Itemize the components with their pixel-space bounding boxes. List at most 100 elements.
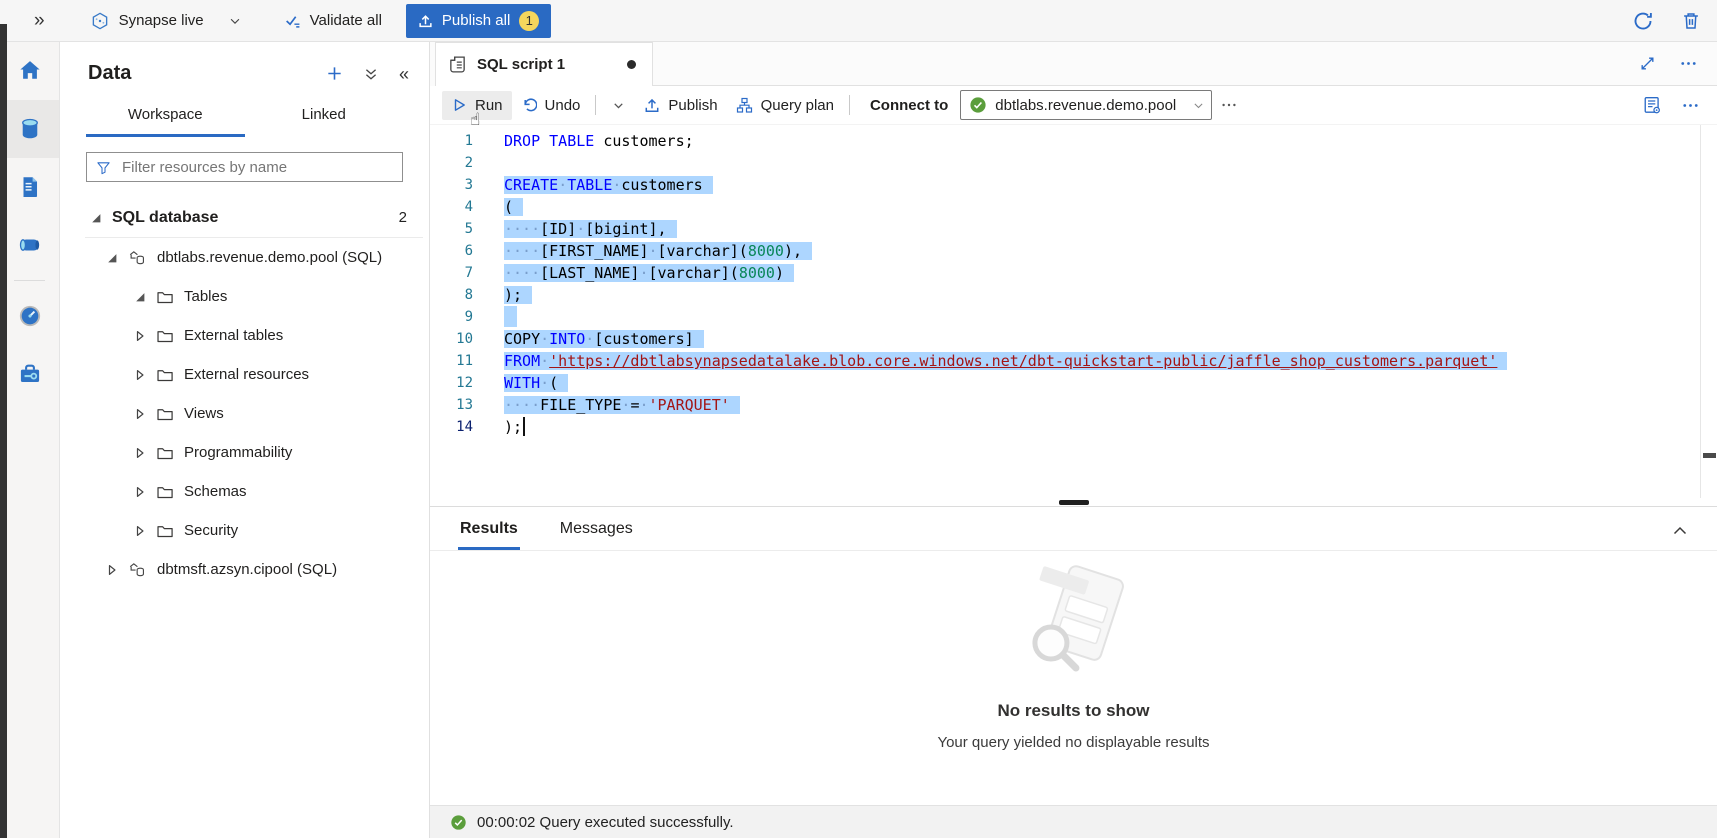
selection-highlight: CREATE·TABLE·customers: [504, 176, 713, 194]
trash-icon[interactable]: [1681, 11, 1701, 31]
line-number[interactable]: 5: [430, 218, 504, 240]
sql-code-editor[interactable]: 1DROP TABLE customers;23CREATE·TABLE·cus…: [430, 125, 1717, 498]
expanded-arrow-icon[interactable]: [134, 291, 146, 303]
tree-item[interactable]: Programmability: [60, 433, 429, 472]
line-number[interactable]: 1: [430, 130, 504, 152]
line-number[interactable]: 11: [430, 350, 504, 372]
connect-to-select[interactable]: dbtlabs.revenue.demo.pool: [960, 90, 1212, 120]
chevron-up-icon: [1671, 522, 1689, 540]
publish-label: Publish: [668, 97, 717, 114]
selection-highlight: ····[ID]·[bigint],: [504, 220, 677, 238]
run-options-chevron[interactable]: [602, 92, 635, 119]
query-plan-button[interactable]: Query plan: [727, 91, 843, 120]
code-line[interactable]: 14);: [430, 416, 1717, 438]
tab-more-icon[interactable]: [1680, 55, 1697, 72]
line-number[interactable]: 13: [430, 394, 504, 416]
code-line[interactable]: 10COPY·INTO·[customers]: [430, 328, 1717, 350]
code-line[interactable]: 9: [430, 306, 1717, 328]
expanded-arrow-icon[interactable]: [106, 252, 118, 264]
add-resource-icon[interactable]: [326, 65, 343, 82]
sql-script-tab[interactable]: SQL script 1: [435, 42, 653, 86]
collapse-results-button[interactable]: [1671, 522, 1689, 550]
code-line[interactable]: 7····[LAST_NAME]·[varchar](8000): [430, 262, 1717, 284]
nav-manage[interactable]: [0, 345, 59, 403]
editor-scrollbar[interactable]: [1700, 125, 1717, 498]
line-number[interactable]: 3: [430, 174, 504, 196]
tab-linked[interactable]: Linked: [245, 97, 404, 137]
expand-editor-icon[interactable]: [1639, 55, 1656, 72]
nav-develop[interactable]: [0, 158, 59, 216]
code-line[interactable]: 1DROP TABLE customers;: [430, 130, 1717, 152]
left-nav-rail: [0, 42, 60, 838]
line-number[interactable]: 7: [430, 262, 504, 284]
collapsed-arrow-icon[interactable]: [134, 486, 146, 498]
nav-home[interactable]: [0, 42, 59, 100]
toolbar-more-button[interactable]: [1212, 91, 1246, 119]
collapsed-arrow-icon[interactable]: [134, 330, 146, 342]
validate-all-button[interactable]: Validate all: [276, 6, 390, 35]
results-splitter[interactable]: [430, 498, 1717, 507]
refresh-icon[interactable]: [1633, 11, 1653, 31]
window-edge: [0, 24, 7, 838]
properties-icon[interactable]: [1643, 96, 1662, 115]
nav-data[interactable]: [0, 100, 59, 158]
collapsed-arrow-icon[interactable]: [134, 447, 146, 459]
code-line[interactable]: 3CREATE·TABLE·customers: [430, 174, 1717, 196]
filter-input[interactable]: [120, 158, 393, 177]
line-number[interactable]: 12: [430, 372, 504, 394]
code-line[interactable]: 12WITH·(: [430, 372, 1717, 394]
tab-results[interactable]: Results: [458, 512, 520, 550]
line-number[interactable]: 10: [430, 328, 504, 350]
publish-button[interactable]: Publish: [635, 91, 726, 120]
line-number[interactable]: 9: [430, 306, 504, 328]
expanded-arrow-icon[interactable]: [90, 212, 102, 224]
code-line[interactable]: 4(: [430, 196, 1717, 218]
code-line[interactable]: 13····FILE_TYPE·=·'PARQUET': [430, 394, 1717, 416]
collapse-all-icon[interactable]: [363, 66, 379, 82]
filter-box[interactable]: [86, 152, 403, 182]
nav-monitor[interactable]: [0, 287, 59, 345]
collapse-panel-icon[interactable]: «: [399, 65, 409, 83]
collapsed-arrow-icon[interactable]: [134, 408, 146, 420]
selection-highlight: WITH·(: [504, 374, 568, 392]
expand-topnav-icon[interactable]: »: [34, 10, 45, 32]
tree-item[interactable]: Views: [60, 394, 429, 433]
tree-item[interactable]: External resources: [60, 355, 429, 394]
tree-item[interactable]: dbtmsft.azsyn.cipool (SQL): [60, 550, 429, 589]
undo-button[interactable]: Undo: [512, 91, 590, 120]
folder-icon: [156, 366, 174, 384]
code-line[interactable]: 6····[FIRST_NAME]·[varchar](8000),: [430, 240, 1717, 262]
splitter-drag-handle[interactable]: [1059, 500, 1089, 505]
tree-item[interactable]: Schemas: [60, 472, 429, 511]
tree-item[interactable]: SQL database2: [60, 198, 429, 237]
line-number[interactable]: 2: [430, 152, 504, 174]
nav-integrate[interactable]: [0, 216, 59, 274]
toolbar-separator: [849, 95, 850, 115]
line-number[interactable]: 6: [430, 240, 504, 262]
code-line[interactable]: 11FROM·'https://dbtlabsynapsedatalake.bl…: [430, 350, 1717, 372]
code-line[interactable]: 2: [430, 152, 1717, 174]
line-number[interactable]: 14: [430, 416, 504, 438]
tree-item[interactable]: Tables: [60, 277, 429, 316]
results-header: Results Messages: [430, 507, 1717, 551]
selection-highlight: (: [504, 198, 523, 216]
line-number[interactable]: 4: [430, 196, 504, 218]
data-explorer-panel: Data « Workspace Linked SQL database2: [60, 42, 430, 838]
code-line[interactable]: 5····[ID]·[bigint],: [430, 218, 1717, 240]
tab-messages[interactable]: Messages: [558, 512, 635, 550]
collapsed-arrow-icon[interactable]: [134, 525, 146, 537]
code-line[interactable]: 8);: [430, 284, 1717, 306]
chevron-down-icon[interactable]: [228, 14, 242, 28]
tree-item[interactable]: dbtlabs.revenue.demo.pool (SQL): [60, 238, 429, 277]
collapsed-arrow-icon[interactable]: [134, 369, 146, 381]
publish-all-button[interactable]: Publish all 1: [406, 4, 551, 38]
sql-pool-icon: [128, 560, 147, 579]
tree-item[interactable]: External tables: [60, 316, 429, 355]
tab-workspace[interactable]: Workspace: [86, 97, 245, 137]
collapsed-arrow-icon[interactable]: [106, 564, 118, 576]
more-icon[interactable]: [1682, 97, 1699, 114]
sql-script-icon: [448, 55, 467, 74]
tree-item[interactable]: Security: [60, 511, 429, 550]
workspace-mode-dropdown[interactable]: Synapse live: [91, 12, 242, 30]
line-number[interactable]: 8: [430, 284, 504, 306]
